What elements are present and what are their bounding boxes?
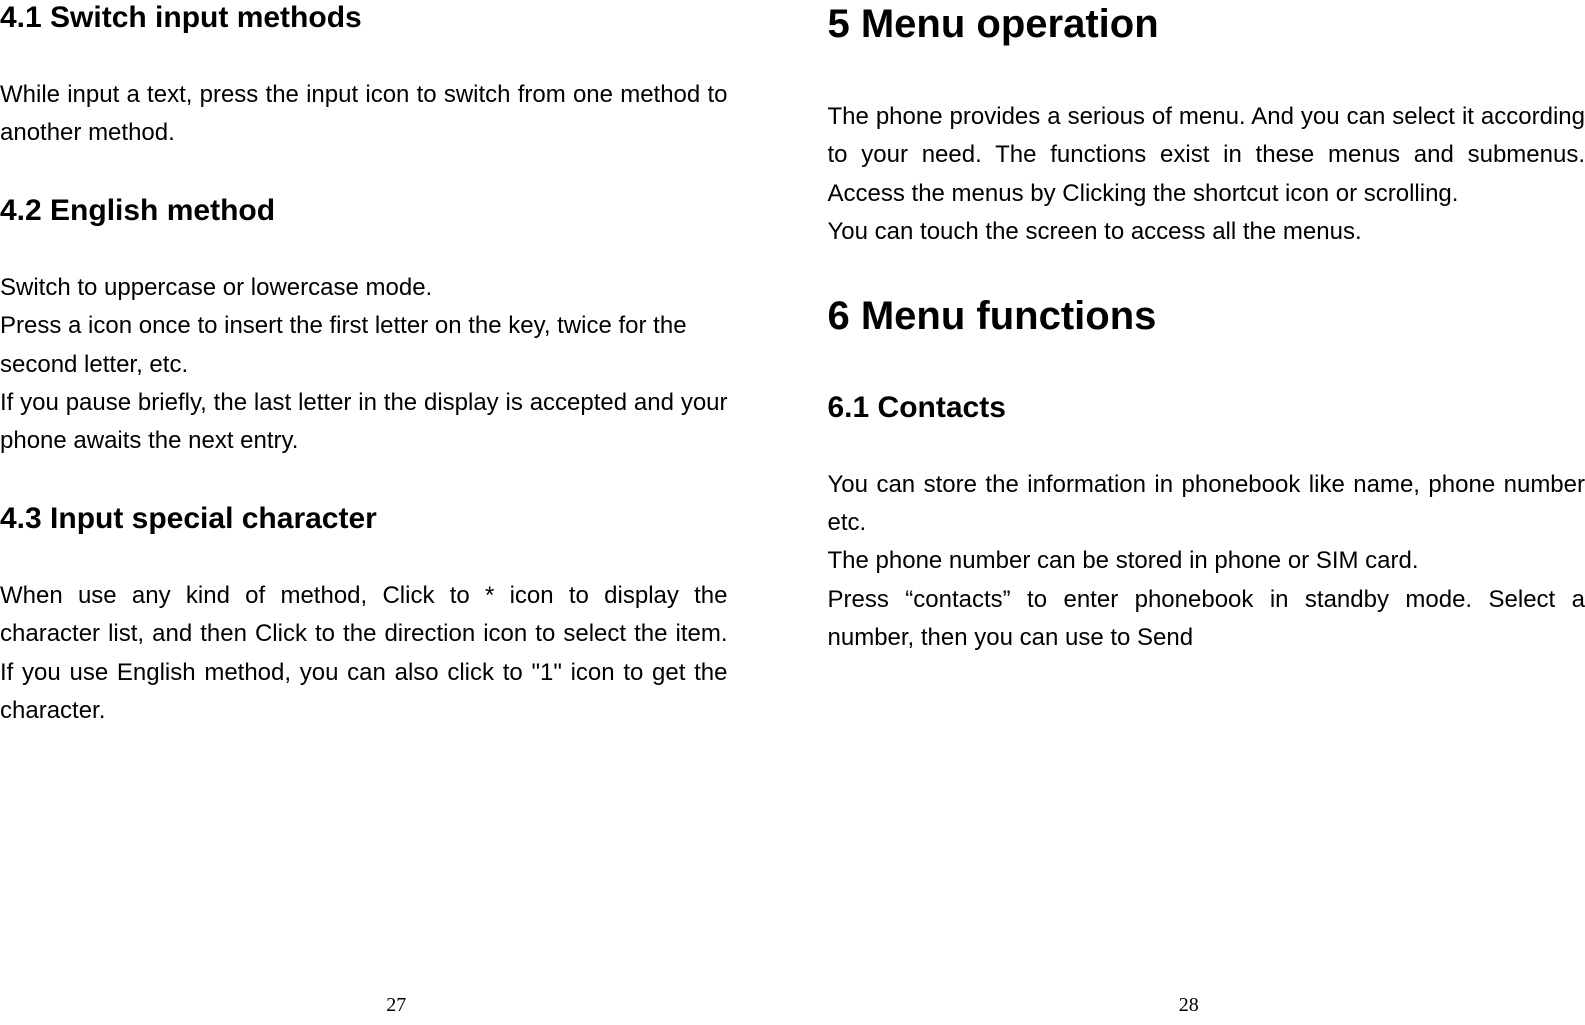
heading-6: 6 Menu functions xyxy=(828,292,1585,340)
paragraph-4-3-1: When use any kind of method, Click to * … xyxy=(0,577,728,731)
page-number-right: 28 xyxy=(793,994,1585,1017)
document-spread: 4.1 Switch input methods While input a t… xyxy=(0,0,1585,1025)
paragraph-5-2: You can touch the screen to access all t… xyxy=(828,213,1585,251)
paragraph-6-1-2: The phone number can be stored in phone … xyxy=(828,542,1585,580)
paragraph-6-1-3: Press “contacts” to enter phonebook in s… xyxy=(828,581,1585,658)
page-number-left: 27 xyxy=(0,994,793,1017)
paragraph-4-2-3: If you pause briefly, the last letter in… xyxy=(0,384,728,461)
right-content: 5 Menu operation The phone provides a se… xyxy=(828,0,1585,1025)
paragraph-4-2-1: Switch to uppercase or lowercase mode. xyxy=(0,269,728,307)
right-page: 5 Menu operation The phone provides a se… xyxy=(793,0,1585,1025)
paragraph-4-2-2: Press a icon once to insert the first le… xyxy=(0,307,728,384)
paragraph-5-1: The phone provides a serious of menu. An… xyxy=(828,98,1585,213)
paragraph-6-1-1: You can store the information in phonebo… xyxy=(828,466,1585,543)
heading-4-2: 4.2 English method xyxy=(0,193,728,229)
left-page: 4.1 Switch input methods While input a t… xyxy=(0,0,793,1025)
heading-4-3: 4.3 Input special character xyxy=(0,501,728,537)
heading-4-1: 4.1 Switch input methods xyxy=(0,0,728,36)
heading-5: 5 Menu operation xyxy=(828,0,1585,48)
left-content: 4.1 Switch input methods While input a t… xyxy=(0,0,728,1025)
paragraph-4-1-1: While input a text, press the input icon… xyxy=(0,76,728,153)
heading-6-1: 6.1 Contacts xyxy=(828,390,1585,426)
